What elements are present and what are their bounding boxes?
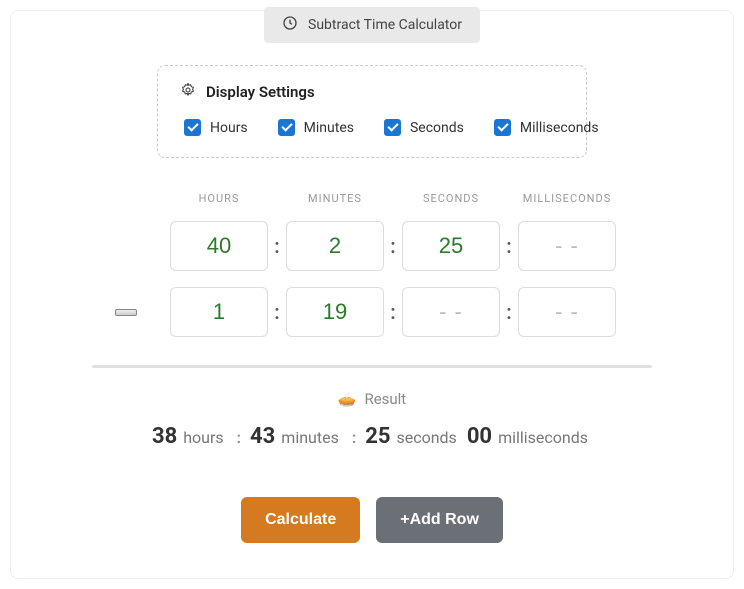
checkbox-hours[interactable] bbox=[184, 119, 201, 136]
minus-icon bbox=[115, 309, 137, 316]
result-ms-value: 00 bbox=[467, 424, 492, 449]
row2-milliseconds-input[interactable] bbox=[518, 287, 616, 337]
row2-hours-input[interactable] bbox=[170, 287, 268, 337]
clock-icon bbox=[282, 15, 298, 35]
row2-minutes-input[interactable] bbox=[286, 287, 384, 337]
action-buttons: Calculate +Add Row bbox=[43, 497, 701, 543]
check-hours[interactable]: Hours bbox=[180, 116, 248, 139]
column-headers: HOURS MINUTES SECONDS MILLISECONDS bbox=[43, 192, 701, 205]
row1-minutes-input[interactable] bbox=[286, 221, 384, 271]
result-seconds-value: 25 bbox=[365, 424, 390, 449]
gear-icon bbox=[180, 82, 196, 102]
header-hours: HOURS bbox=[170, 192, 268, 205]
result-colon: : bbox=[352, 428, 356, 447]
result-heading-text: Result bbox=[364, 390, 406, 408]
row1-milliseconds-input[interactable] bbox=[518, 221, 616, 271]
colon: : bbox=[268, 300, 286, 324]
title-bar: Subtract Time Calculator bbox=[43, 7, 701, 43]
colon: : bbox=[268, 234, 286, 258]
row2-seconds-input[interactable] bbox=[402, 287, 500, 337]
title-chip: Subtract Time Calculator bbox=[264, 7, 480, 43]
check-hours-label: Hours bbox=[210, 120, 248, 136]
checkbox-seconds[interactable] bbox=[384, 119, 401, 136]
colon: : bbox=[500, 300, 518, 324]
display-settings-panel: Display Settings Hours Minutes Seconds M… bbox=[157, 65, 587, 158]
header-milliseconds: MILLISECONDS bbox=[518, 192, 616, 205]
header-seconds: SECONDS bbox=[402, 192, 500, 205]
result-heading: 🥧 Result bbox=[43, 390, 701, 408]
result-hours-value: 38 bbox=[152, 424, 177, 449]
divider bbox=[92, 365, 652, 368]
check-milliseconds[interactable]: Milliseconds bbox=[490, 116, 599, 139]
colon: : bbox=[384, 234, 402, 258]
calculate-button[interactable]: Calculate bbox=[241, 497, 360, 543]
result-hours-unit: hours bbox=[183, 428, 223, 447]
check-seconds-label: Seconds bbox=[410, 120, 464, 136]
row1-hours-input[interactable] bbox=[170, 221, 268, 271]
checkbox-milliseconds[interactable] bbox=[494, 119, 511, 136]
result-minutes-unit: minutes bbox=[281, 428, 339, 447]
calculator-card: Subtract Time Calculator Display Setting… bbox=[10, 10, 734, 579]
checkbox-minutes[interactable] bbox=[278, 119, 295, 136]
title-text: Subtract Time Calculator bbox=[308, 17, 462, 33]
colon: : bbox=[384, 300, 402, 324]
display-settings-checks: Hours Minutes Seconds Milliseconds bbox=[180, 116, 564, 139]
result-seconds-unit: seconds bbox=[396, 428, 456, 447]
result-colon: : bbox=[237, 428, 241, 447]
check-minutes-label: Minutes bbox=[304, 120, 354, 136]
display-settings-heading: Display Settings bbox=[180, 82, 564, 102]
display-settings-label: Display Settings bbox=[206, 83, 315, 101]
time-row-2: : : : bbox=[43, 287, 701, 337]
time-row-1: : : : bbox=[43, 221, 701, 271]
check-seconds[interactable]: Seconds bbox=[380, 116, 464, 139]
result-line: 38 hours : 43 minutes : 25 seconds 00 mi… bbox=[43, 424, 701, 449]
add-row-button[interactable]: +Add Row bbox=[376, 497, 503, 543]
check-minutes[interactable]: Minutes bbox=[274, 116, 354, 139]
result-ms-unit: milliseconds bbox=[498, 428, 588, 447]
result-minutes-value: 43 bbox=[250, 424, 275, 449]
pie-icon: 🥧 bbox=[338, 390, 357, 408]
row1-seconds-input[interactable] bbox=[402, 221, 500, 271]
header-minutes: MINUTES bbox=[286, 192, 384, 205]
check-milliseconds-label: Milliseconds bbox=[520, 120, 599, 136]
colon: : bbox=[500, 234, 518, 258]
